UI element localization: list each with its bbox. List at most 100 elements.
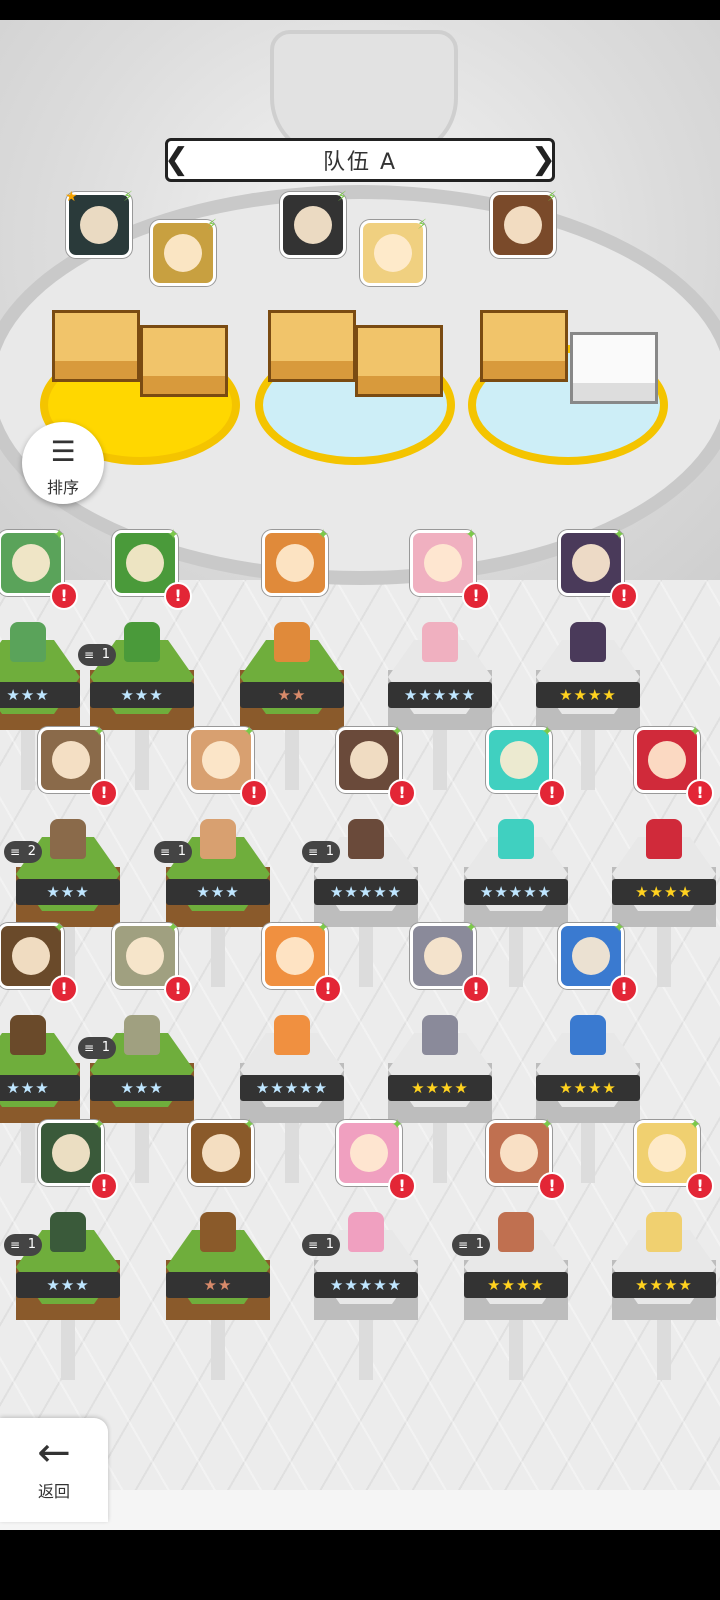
arrow-left-icon: ← — [37, 1430, 71, 1476]
character-avatar[interactable]: ✦ — [188, 1117, 255, 1186]
team-block[interactable] — [480, 310, 568, 382]
leader-star-icon: ★ — [65, 189, 78, 205]
prev-team-arrow-icon[interactable]: ❮ — [164, 145, 189, 175]
portrait — [276, 544, 314, 582]
leaf-icon: ✦ — [613, 920, 625, 936]
next-team-arrow-icon[interactable]: ❯ — [531, 145, 556, 175]
leaf-icon: ✦ — [317, 527, 329, 543]
character-sprite — [200, 819, 236, 859]
pedestal-stem — [581, 720, 595, 790]
leaf-icon: ✦ — [93, 724, 105, 740]
leaf-icon: ✦ — [689, 724, 701, 740]
pedestal-stem — [433, 1113, 447, 1183]
alert-badge-icon: ! — [90, 1172, 118, 1200]
pedestal-stem — [135, 720, 149, 790]
portrait — [374, 234, 412, 272]
star-rating: ★★★★★ — [314, 879, 418, 905]
pedestal-stem — [657, 1310, 671, 1380]
character-sprite — [200, 1212, 236, 1252]
alert-badge-icon: ! — [610, 975, 638, 1003]
team-block[interactable] — [355, 325, 443, 397]
character-sprite — [498, 1212, 534, 1252]
star-rating: ★★★★ — [536, 1075, 640, 1101]
star-rating: ★★★★ — [612, 879, 716, 905]
back-button[interactable]: ← 返回 — [0, 1418, 108, 1522]
duplicate-count-badge: 2 — [4, 841, 42, 863]
alert-badge-icon: ! — [462, 582, 490, 610]
leaf-icon: ✦ — [93, 1117, 105, 1133]
portrait — [424, 937, 462, 975]
team-block[interactable] — [140, 325, 228, 397]
lightning-icon: ⚡ — [207, 217, 217, 233]
pedestal-stem — [657, 917, 671, 987]
portrait — [350, 741, 388, 779]
portrait — [500, 1134, 538, 1172]
status-bar — [0, 0, 720, 20]
star-rating: ★★ — [240, 682, 344, 708]
leaf-icon: ✦ — [391, 1117, 403, 1133]
portrait — [52, 741, 90, 779]
star-rating: ★★★ — [166, 879, 270, 905]
team-member-avatar[interactable]: ⚡ — [150, 217, 217, 286]
bottom-strip — [0, 1490, 720, 1530]
star-rating: ★★★★ — [612, 1272, 716, 1298]
character-sprite — [124, 1015, 160, 1055]
team-member-avatar[interactable]: ⚡ — [280, 189, 347, 258]
duplicate-count-badge: 1 — [302, 1234, 340, 1256]
character-sprite — [10, 1015, 46, 1055]
star-rating: ★★★★ — [464, 1272, 568, 1298]
portrait — [202, 741, 240, 779]
portrait — [504, 206, 542, 244]
portrait — [648, 741, 686, 779]
star-rating: ★★★★★ — [314, 1272, 418, 1298]
team-selector: ❮ 队伍 A ❯ — [164, 138, 556, 182]
alert-badge-icon: ! — [686, 779, 714, 807]
character-avatar[interactable]: ✦ — [262, 527, 329, 596]
lightning-icon: ⚡ — [337, 189, 347, 205]
leaf-icon: ✦ — [167, 920, 179, 936]
alert-badge-icon: ! — [164, 582, 192, 610]
character-sprite — [50, 819, 86, 859]
team-member-avatar[interactable]: ⚡ — [360, 217, 427, 286]
character-sprite — [10, 622, 46, 662]
team-block[interactable] — [52, 310, 140, 382]
portrait — [202, 1134, 240, 1172]
leaf-icon: ✦ — [689, 1117, 701, 1133]
character-sprite — [422, 622, 458, 662]
star-rating: ★★★★★ — [464, 879, 568, 905]
leaf-icon: ✦ — [167, 527, 179, 543]
navigation-bar — [0, 1530, 720, 1600]
pedestal-stem — [433, 720, 447, 790]
character-sprite — [50, 1212, 86, 1252]
team-title: 队伍 A — [322, 150, 398, 175]
portrait — [80, 206, 118, 244]
star-rating: ★★★★★ — [240, 1075, 344, 1101]
portrait — [164, 234, 202, 272]
team-member-avatar[interactable]: ⚡ ★ — [65, 189, 133, 258]
game-screen: ❮ 队伍 A ❯ ⚡★⚡⚡⚡⚡ ★★★✦!★★★1✦!★★✦★★★★★✦!★★★… — [0, 0, 720, 1600]
sort-button[interactable]: ☰ 排序 — [22, 422, 104, 504]
leaf-icon: ✦ — [541, 724, 553, 740]
sort-label: 排序 — [46, 478, 79, 497]
leaf-icon: ✦ — [465, 920, 477, 936]
alert-badge-icon: ! — [610, 582, 638, 610]
leaf-icon: ✦ — [53, 920, 65, 936]
alert-badge-icon: ! — [388, 1172, 416, 1200]
pedestal-stem — [581, 1113, 595, 1183]
team-block[interactable] — [268, 310, 356, 382]
leaf-icon: ✦ — [317, 920, 329, 936]
pedestal-stem — [21, 1113, 35, 1183]
team-member-avatar[interactable]: ⚡ — [490, 189, 557, 258]
alert-badge-icon: ! — [686, 1172, 714, 1200]
portrait — [294, 206, 332, 244]
sort-icon: ☰ — [50, 435, 76, 468]
alert-badge-icon: ! — [164, 975, 192, 1003]
alert-badge-icon: ! — [240, 779, 268, 807]
empty-team-slot[interactable] — [570, 332, 658, 404]
leaf-icon: ✦ — [243, 724, 255, 740]
portrait — [12, 544, 50, 582]
character-sprite — [348, 819, 384, 859]
pedestal-stem — [211, 917, 225, 987]
star-rating: ★★★ — [16, 879, 120, 905]
pedestal-stem — [509, 917, 523, 987]
